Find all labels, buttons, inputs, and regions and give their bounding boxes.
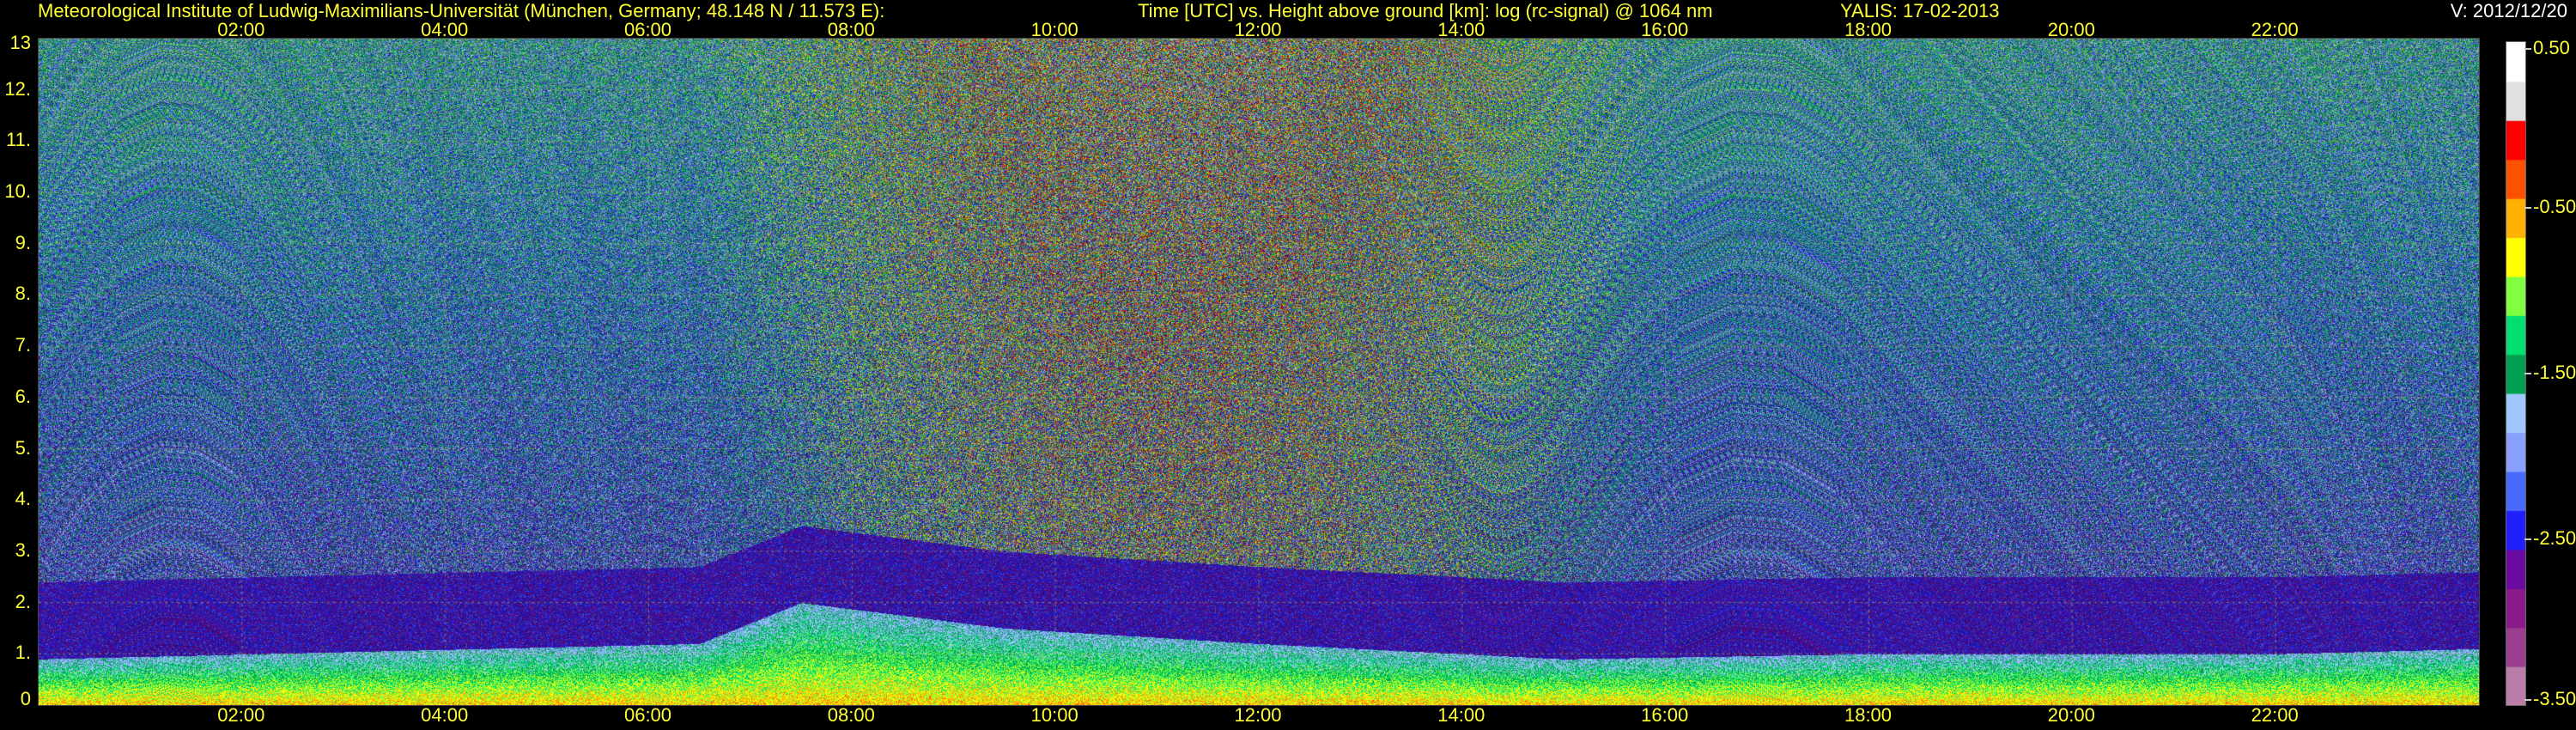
- x-tick-label-top: 10:00: [1030, 19, 1078, 40]
- x-tick-label-top: 02:00: [217, 19, 265, 40]
- x-tick-label-top: 08:00: [827, 19, 875, 40]
- x-tick-label-top: 18:00: [1844, 19, 1893, 40]
- x-tick-label-bottom: 12:00: [1234, 704, 1282, 726]
- y-tick-label: 11.: [6, 129, 31, 151]
- x-tick-label-bottom: 08:00: [827, 704, 875, 726]
- x-tick-label-bottom: 06:00: [623, 704, 672, 726]
- y-tick-label: 0: [20, 688, 31, 709]
- y-tick-label: 6.: [15, 385, 31, 407]
- x-tick-label-top: 06:00: [623, 19, 672, 40]
- lidar-heatmap: [38, 38, 2480, 706]
- x-tick-label-bottom: 14:00: [1437, 704, 1485, 726]
- y-tick-label: 8.: [15, 283, 31, 305]
- colorbar-tick-label: -0.50: [2524, 196, 2576, 217]
- x-tick-label-bottom: 02:00: [217, 704, 265, 726]
- colorbar-tick-label: -2.50: [2524, 527, 2576, 549]
- version-label: V: 2012/12/20: [2450, 0, 2567, 21]
- y-tick-label: 3.: [15, 538, 31, 561]
- x-tick-label-bottom: 20:00: [2047, 704, 2095, 726]
- x-tick-label-bottom: 16:00: [1641, 704, 1689, 726]
- y-tick-label: 12.: [4, 77, 31, 100]
- x-tick-label-bottom: 22:00: [2251, 704, 2299, 726]
- y-tick-label: 4.: [15, 488, 31, 510]
- x-tick-label-bottom: 18:00: [1844, 704, 1893, 726]
- x-tick-label-top: 16:00: [1641, 19, 1689, 40]
- colorbar-tick-label: -3.50: [2524, 688, 2576, 709]
- y-tick-label: 9.: [15, 231, 31, 253]
- x-tick-label-top: 12:00: [1234, 19, 1282, 40]
- chart-title: Time [UTC] vs. Height above ground [km]:…: [1138, 0, 1713, 21]
- y-tick-label: 10.: [4, 180, 31, 203]
- x-tick-label-top: 22:00: [2251, 19, 2299, 40]
- y-tick-label: 7.: [15, 334, 31, 356]
- x-tick-label-top: 04:00: [421, 19, 469, 40]
- colorbar: [2506, 41, 2526, 706]
- colorbar-tick-label: -1.50: [2524, 362, 2576, 383]
- x-tick-label-top: 14:00: [1437, 19, 1485, 40]
- y-tick-label: 13: [9, 32, 31, 53]
- y-tick-label: 5.: [15, 436, 31, 459]
- y-tick-label: 2.: [15, 590, 31, 612]
- y-tick-label: 1.: [15, 642, 31, 664]
- colorbar-tick-label: 0.50: [2524, 37, 2570, 58]
- x-tick-label-bottom: 10:00: [1030, 704, 1078, 726]
- x-tick-label-top: 20:00: [2047, 19, 2095, 40]
- x-tick-label-bottom: 04:00: [421, 704, 469, 726]
